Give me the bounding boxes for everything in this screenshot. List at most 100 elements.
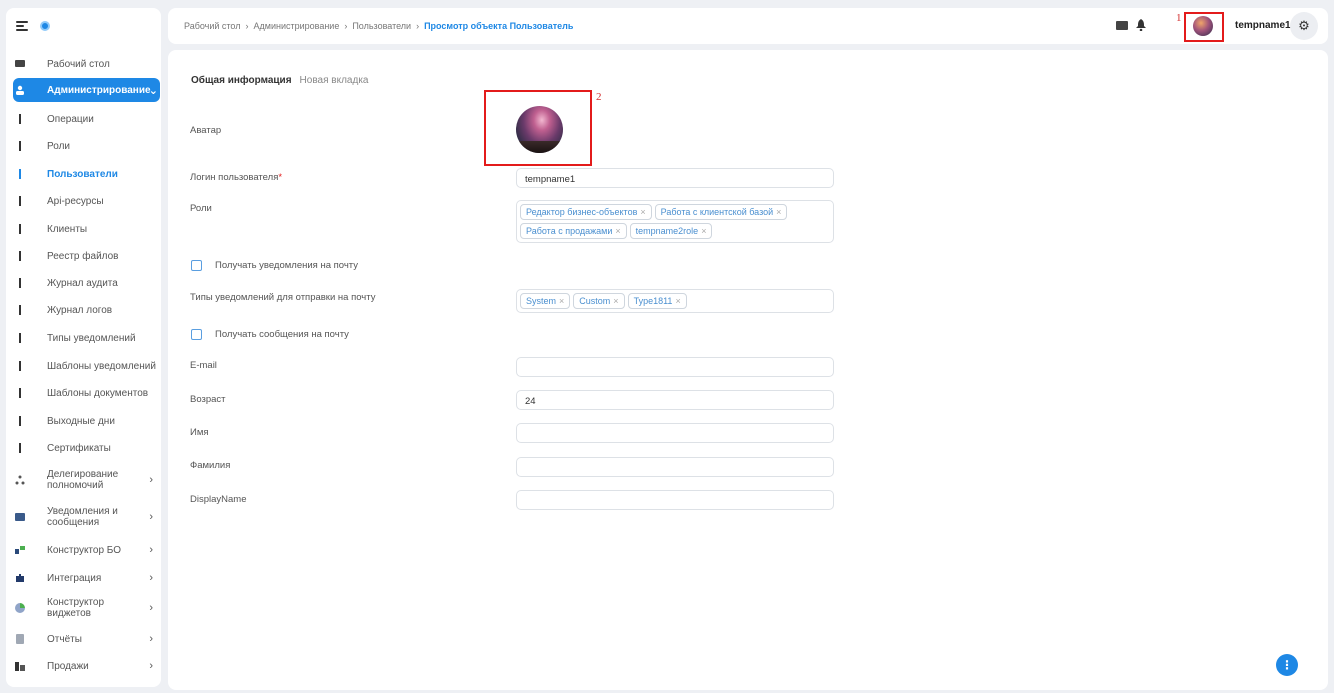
annotation-number-1: 1 xyxy=(1176,12,1182,24)
gear-icon[interactable]: ⚙ xyxy=(1290,12,1318,40)
sidebar-item-roles[interactable]: Роли xyxy=(6,135,161,157)
role-chip[interactable]: Работа с продажами × xyxy=(520,223,627,239)
bullet-bar-icon xyxy=(19,333,21,343)
bullet-bar-icon xyxy=(19,169,21,179)
logo-icon xyxy=(40,21,50,31)
notify-email-label: Получать уведомления на почту xyxy=(215,260,358,271)
sidebar-item-users[interactable]: Пользователи xyxy=(6,163,161,185)
displayname-label: DisplayName xyxy=(190,494,247,505)
envelope-icon xyxy=(15,512,25,522)
bullet-bar-icon xyxy=(19,388,21,398)
remove-chip-icon[interactable]: × xyxy=(640,207,645,217)
tab-general-info[interactable]: Общая информация xyxy=(191,75,292,86)
sidebar-item-audit-log[interactable]: Журнал аудита xyxy=(6,272,161,294)
avatar-label: Аватар xyxy=(190,125,222,136)
bullet-bar-icon xyxy=(19,114,21,124)
remove-chip-icon[interactable]: × xyxy=(559,296,564,306)
email-label: E-mail xyxy=(190,360,217,371)
bullet-bar-icon xyxy=(19,278,21,288)
chevron-right-icon: › xyxy=(149,572,153,584)
tab-bar: Общая информация Новая вкладка xyxy=(191,75,368,86)
notify-email-checkbox[interactable] xyxy=(191,260,202,271)
bullet-bar-icon xyxy=(19,224,21,234)
chevron-right-icon: › xyxy=(149,633,153,645)
role-chip[interactable]: tempname2role × xyxy=(629,223,713,239)
sidebar-item-sales[interactable]: Продажи › xyxy=(6,655,161,677)
sidebar-item-operations[interactable]: Операции xyxy=(6,108,161,130)
email-field[interactable] xyxy=(516,357,834,377)
remove-chip-icon[interactable]: × xyxy=(776,207,781,217)
chevron-right-icon: › xyxy=(149,660,153,672)
bullet-bar-icon xyxy=(19,416,21,426)
name-field[interactable] xyxy=(516,423,834,443)
chevron-right-icon: › xyxy=(149,474,153,486)
roles-multiselect[interactable]: Редактор бизнес-объектов × Работа с клиен… xyxy=(516,200,834,243)
sidebar-item-integration[interactable]: Интеграция › xyxy=(6,566,161,590)
sidebar-item-administration[interactable]: Администрирование ⌄ xyxy=(13,78,160,102)
mail-icon[interactable] xyxy=(1116,21,1128,30)
messages-email-label: Получать сообщения на почту xyxy=(215,329,349,340)
sidebar-item-reports[interactable]: Отчёты › xyxy=(6,628,161,650)
remove-chip-icon[interactable]: × xyxy=(701,226,706,236)
sidebar-item-delegation[interactable]: Делегирование полномочий › xyxy=(6,465,161,495)
age-field[interactable]: 24 xyxy=(516,390,834,410)
chevron-down-icon: ⌄ xyxy=(148,84,158,97)
login-field[interactable]: tempname1 xyxy=(516,168,834,188)
surname-label: Фамилия xyxy=(190,460,231,471)
sales-icon xyxy=(15,661,25,671)
desktop-icon xyxy=(15,59,25,69)
remove-chip-icon[interactable]: × xyxy=(615,226,620,236)
bell-icon[interactable] xyxy=(1136,19,1146,32)
breadcrumb-item-users[interactable]: Пользователи xyxy=(352,21,411,31)
notify-type-chip[interactable]: Custom × xyxy=(573,293,625,309)
role-chip[interactable]: Работа с клиентской базой × xyxy=(654,204,788,220)
notify-type-chip[interactable]: System × xyxy=(520,293,571,309)
bullet-bar-icon xyxy=(19,443,21,453)
sidebar-item-certificates[interactable]: Сертификаты xyxy=(6,437,161,459)
sidebar-item-file-registry[interactable]: Реестр файлов xyxy=(6,245,161,267)
tab-new[interactable]: Новая вкладка xyxy=(300,75,369,86)
avatar-image[interactable] xyxy=(516,106,563,153)
bullet-bar-icon xyxy=(19,361,21,371)
sidebar-item-logs[interactable]: Журнал логов xyxy=(6,299,161,321)
roles-label: Роли xyxy=(190,203,212,214)
login-label: Логин пользователя* xyxy=(190,172,283,183)
breadcrumb-item-administration[interactable]: Администрирование xyxy=(254,21,340,31)
delegation-icon xyxy=(15,475,25,485)
age-label: Возраст xyxy=(190,394,226,405)
sidebar-item-widget-constructor[interactable]: Конструктор виджетов › xyxy=(6,594,161,622)
remove-chip-icon[interactable]: × xyxy=(675,296,680,306)
messages-email-checkbox[interactable] xyxy=(191,329,202,340)
sidebar-item-document-templates[interactable]: Шаблоны документов xyxy=(6,382,161,404)
role-chip[interactable]: Редактор бизнес-объектов × xyxy=(520,204,652,220)
chevron-right-icon: › xyxy=(149,511,153,523)
remove-chip-icon[interactable]: × xyxy=(613,296,618,306)
breadcrumb-item-desktop[interactable]: Рабочий стол xyxy=(184,21,241,31)
notify-types-multiselect[interactable]: System × Custom × Type1811 × xyxy=(516,289,834,313)
sidebar-item-desktop[interactable]: Рабочий стол xyxy=(6,52,161,76)
sidebar-item-api-resources[interactable]: Api-ресурсы xyxy=(6,190,161,212)
surname-field[interactable] xyxy=(516,457,834,477)
sidebar-item-holidays[interactable]: Выходные дни xyxy=(6,410,161,432)
user-avatar[interactable] xyxy=(1193,16,1213,36)
sidebar-item-bo-constructor[interactable]: Конструктор БО › xyxy=(6,538,161,562)
bullet-bar-icon xyxy=(19,305,21,315)
chevron-right-icon: › xyxy=(149,544,153,556)
sidebar-item-clients[interactable]: Клиенты xyxy=(6,218,161,240)
sidebar-item-notification-templates[interactable]: Шаблоны уведомлений xyxy=(6,355,161,377)
username-label[interactable]: tempname1 xyxy=(1235,20,1291,31)
puzzle-icon xyxy=(15,573,25,583)
messages-email-row[interactable]: Получать сообщения на почту xyxy=(191,329,349,340)
bullet-bar-icon xyxy=(19,251,21,261)
displayname-field[interactable] xyxy=(516,490,834,510)
notify-email-row[interactable]: Получать уведомления на почту xyxy=(191,260,358,271)
menu-toggle-icon[interactable] xyxy=(16,21,28,31)
more-actions-button[interactable]: ⋮ xyxy=(1276,654,1298,676)
notify-type-chip[interactable]: Type1811 × xyxy=(627,293,687,309)
widget-icon xyxy=(15,603,25,613)
bullet-bar-icon xyxy=(19,141,21,151)
sidebar-item-notification-types[interactable]: Типы уведомлений xyxy=(6,327,161,349)
breadcrumb-separator: › xyxy=(245,21,249,31)
bullet-bar-icon xyxy=(19,196,21,206)
sidebar-item-notifications-messages[interactable]: Уведомления и сообщения › xyxy=(6,502,161,532)
